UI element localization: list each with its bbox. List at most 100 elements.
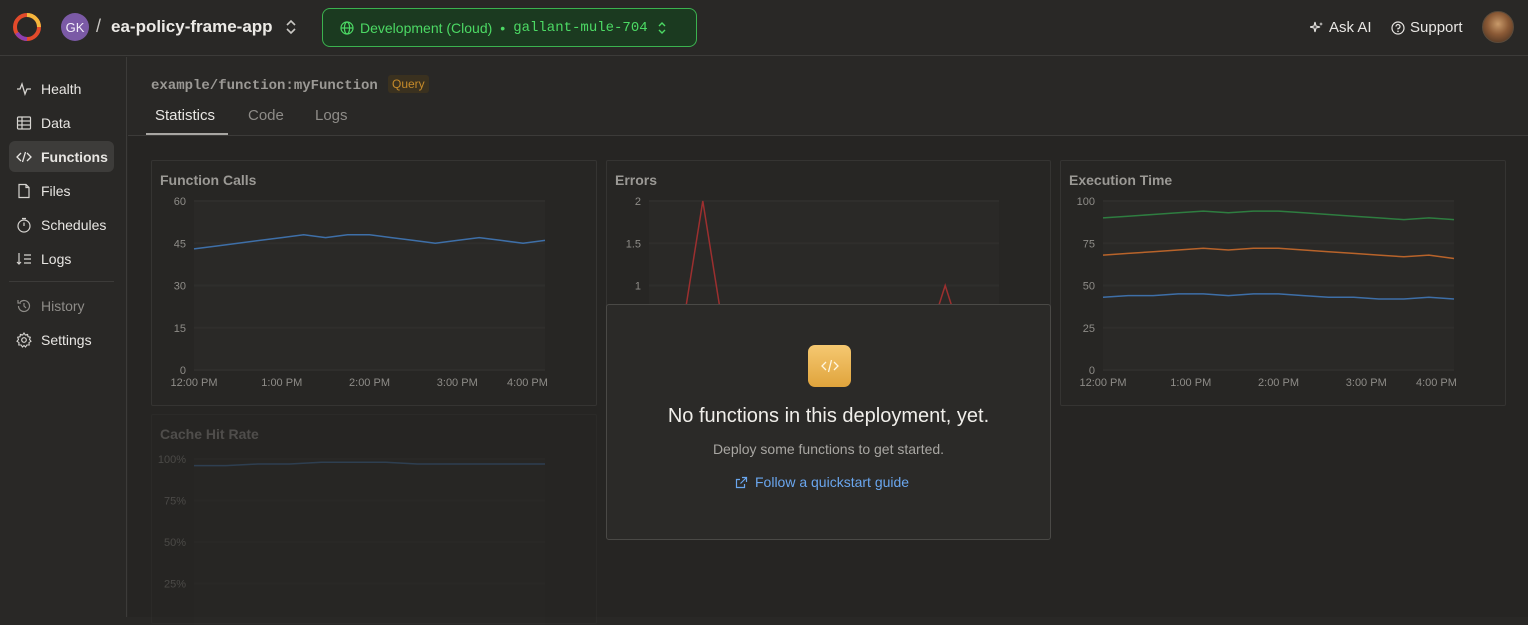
gridline bbox=[1103, 369, 1454, 371]
top-bar: GK / ea-policy-frame-app Development (Cl… bbox=[0, 0, 1528, 56]
y-tick-label: 25 bbox=[1083, 323, 1095, 335]
file-icon bbox=[18, 183, 30, 198]
timer-icon bbox=[17, 217, 31, 233]
y-tick-label: 1.5 bbox=[626, 238, 641, 250]
support-button[interactable]: Support bbox=[1391, 19, 1463, 36]
gridline bbox=[194, 541, 545, 543]
project-name[interactable]: ea-policy-frame-app bbox=[111, 17, 273, 37]
chevron-up-down-icon bbox=[658, 21, 666, 34]
x-tick-label: 2:00 PM bbox=[1258, 377, 1299, 389]
sidebar-divider bbox=[9, 281, 114, 282]
x-tick-label: 4:00 PM bbox=[1416, 377, 1457, 389]
sidebar-item-label: Data bbox=[41, 114, 71, 131]
sidebar-item-health[interactable]: Health bbox=[9, 73, 114, 104]
ask-ai-label: Ask AI bbox=[1329, 19, 1372, 36]
sidebar-item-data[interactable]: Data bbox=[9, 107, 114, 138]
gridline bbox=[649, 242, 999, 245]
gridline bbox=[194, 499, 545, 502]
sidebar-item-schedules[interactable]: Schedules bbox=[9, 209, 114, 240]
sidebar-item-label: Files bbox=[41, 182, 71, 199]
function-calls-card: Function Calls 0 15 30 45 60 12:00 PM 1:00 PM 2… bbox=[151, 160, 597, 406]
quickstart-guide-link[interactable]: Follow a quickstart guide bbox=[735, 474, 909, 490]
team-avatar[interactable]: GK bbox=[61, 13, 89, 41]
sparkle-icon bbox=[1310, 21, 1323, 32]
y-tick-label: 75% bbox=[164, 496, 186, 508]
logs-icon bbox=[16, 252, 31, 265]
gridline bbox=[649, 200, 999, 202]
sidebar-item-label: Schedules bbox=[41, 216, 107, 233]
code-icon bbox=[16, 151, 32, 162]
external-link-icon bbox=[735, 476, 748, 488]
chevron-up-down-icon[interactable] bbox=[284, 19, 298, 35]
gridline bbox=[194, 458, 545, 460]
x-tick-label: 1:00 PM bbox=[1170, 377, 1211, 389]
sidebar-item-functions[interactable]: Functions bbox=[9, 141, 114, 172]
y-tick-label: 30 bbox=[174, 281, 186, 293]
x-tick-label: 3:00 PM bbox=[1346, 377, 1387, 389]
y-tick-label: 50 bbox=[1083, 281, 1095, 293]
user-avatar[interactable] bbox=[1482, 11, 1514, 43]
gear-icon bbox=[16, 331, 32, 348]
sidebar-item-label: Settings bbox=[41, 331, 92, 348]
deployment-bullet: • bbox=[500, 19, 506, 36]
y-tick-label: 100% bbox=[158, 454, 186, 466]
quickstart-link-label: Follow a quickstart guide bbox=[755, 474, 910, 490]
code-icon bbox=[808, 345, 851, 387]
tab-code[interactable]: Code bbox=[248, 107, 284, 124]
y-tick-label: 25% bbox=[164, 579, 186, 591]
execution-time-card: Execution Time 0 25 50 75 100 12:00 PM 1:00 PM… bbox=[1060, 160, 1506, 406]
tab-logs[interactable]: Logs bbox=[315, 107, 348, 124]
gridline bbox=[194, 582, 545, 585]
x-tick-label: 12:00 PM bbox=[170, 377, 217, 389]
health-icon bbox=[17, 81, 31, 96]
sidebar-item-label: Functions bbox=[41, 148, 108, 165]
y-tick-label: 0 bbox=[180, 365, 186, 377]
question-circle-icon bbox=[1391, 20, 1405, 35]
sidebar-item-history[interactable]: History bbox=[9, 290, 114, 321]
y-tick-label: 75 bbox=[1083, 238, 1095, 250]
empty-state-title: No functions in this deployment, yet. bbox=[667, 405, 990, 427]
y-tick-label: 15 bbox=[174, 323, 186, 335]
sidebar-item-files[interactable]: Files bbox=[9, 175, 114, 206]
empty-state-subtitle: Deploy some functions to get started. bbox=[712, 441, 945, 457]
support-label: Support bbox=[1410, 19, 1463, 36]
globe-icon bbox=[340, 20, 354, 35]
sidebar-item-logs[interactable]: Logs bbox=[9, 243, 114, 274]
gridline bbox=[194, 326, 545, 329]
y-tick-label: 0 bbox=[1089, 365, 1095, 377]
gridline bbox=[194, 200, 545, 202]
x-tick-label: 3:00 PM bbox=[437, 377, 478, 389]
sidebar-item-label: Logs bbox=[41, 250, 72, 267]
deployment-selector[interactable]: Development (Cloud) • gallant-mule-704 bbox=[322, 8, 697, 47]
function-path: example/function:myFunction bbox=[151, 78, 378, 94]
sidebar-item-label: Health bbox=[41, 80, 82, 97]
history-icon bbox=[17, 299, 31, 312]
ask-ai-button[interactable]: Ask AI bbox=[1310, 19, 1372, 36]
y-tick-label: 60 bbox=[174, 196, 186, 208]
active-tab-indicator bbox=[146, 133, 228, 135]
x-tick-label: 12:00 PM bbox=[1079, 377, 1126, 389]
gridline bbox=[1103, 200, 1454, 202]
sidebar-item-label: History bbox=[41, 297, 85, 314]
cache-hit-rate-chart: 25% 50% 75% 100% bbox=[158, 454, 545, 591]
gridline bbox=[1103, 326, 1454, 329]
gridline bbox=[194, 284, 545, 287]
execution-time-chart: 0 25 50 75 100 12:00 PM 1:00 PM 2:00 PM 3:00 PM 4… bbox=[1077, 196, 1457, 389]
y-tick-label: 1 bbox=[635, 281, 641, 293]
x-tick-label: 1:00 PM bbox=[261, 377, 302, 389]
function-type-badge: Query bbox=[388, 75, 429, 93]
y-tick-label: 50% bbox=[164, 537, 186, 549]
gridline bbox=[194, 369, 545, 371]
function-header: example/function:myFunction Query Statis… bbox=[128, 57, 1528, 136]
x-tick-label: 4:00 PM bbox=[507, 377, 548, 389]
y-tick-label: 45 bbox=[174, 238, 186, 250]
table-icon bbox=[16, 115, 32, 130]
deployment-type: Development (Cloud) bbox=[360, 19, 493, 36]
deployment-name: gallant-mule-704 bbox=[513, 19, 648, 36]
tab-statistics[interactable]: Statistics bbox=[155, 107, 215, 124]
sidebar-item-settings[interactable]: Settings bbox=[9, 324, 114, 355]
gridline bbox=[649, 284, 999, 287]
main-content: example/function:myFunction Query Statis… bbox=[128, 57, 1528, 624]
convex-logo-icon[interactable] bbox=[13, 13, 41, 41]
y-tick-label: 100 bbox=[1077, 196, 1095, 208]
